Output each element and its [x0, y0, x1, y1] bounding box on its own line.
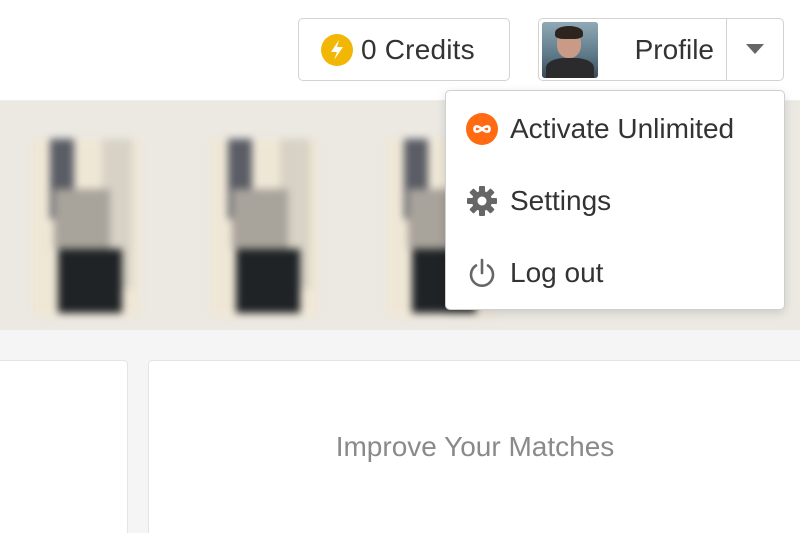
profile-dropdown-toggle[interactable]: [727, 19, 783, 80]
content-area: Improve Your Matches: [0, 330, 800, 533]
caret-down-icon: [746, 41, 764, 59]
menu-item-activate-unlimited[interactable]: Activate Unlimited: [446, 99, 784, 159]
power-icon: [464, 255, 500, 291]
menu-item-label: Log out: [510, 257, 604, 288]
photo-thumbnail[interactable]: [210, 139, 318, 317]
infinity-icon: [464, 111, 500, 147]
left-card: [0, 360, 128, 533]
menu-item-log-out[interactable]: Log out: [446, 243, 784, 303]
profile-label: Profile: [634, 33, 714, 65]
photo-thumbnail[interactable]: [32, 139, 140, 317]
credits-label: 0 Credits: [361, 33, 475, 65]
profile-button[interactable]: Profile: [539, 19, 727, 80]
top-header: 0 Credits Profile: [0, 0, 800, 98]
menu-item-label: Settings: [510, 185, 612, 216]
profile-dropdown-menu: Activate Unlimited Settings Log out: [445, 90, 785, 310]
menu-item-label: Activate Unlimited: [510, 113, 735, 144]
profile-button-group: Profile: [538, 18, 784, 81]
improve-matches-card: Improve Your Matches: [148, 360, 800, 533]
lightning-bolt-icon: [321, 33, 353, 66]
credits-button[interactable]: 0 Credits: [298, 18, 510, 81]
avatar: [542, 21, 598, 78]
improve-matches-title: Improve Your Matches: [335, 431, 615, 462]
menu-item-settings[interactable]: Settings: [446, 171, 784, 231]
gear-icon: [464, 183, 500, 219]
